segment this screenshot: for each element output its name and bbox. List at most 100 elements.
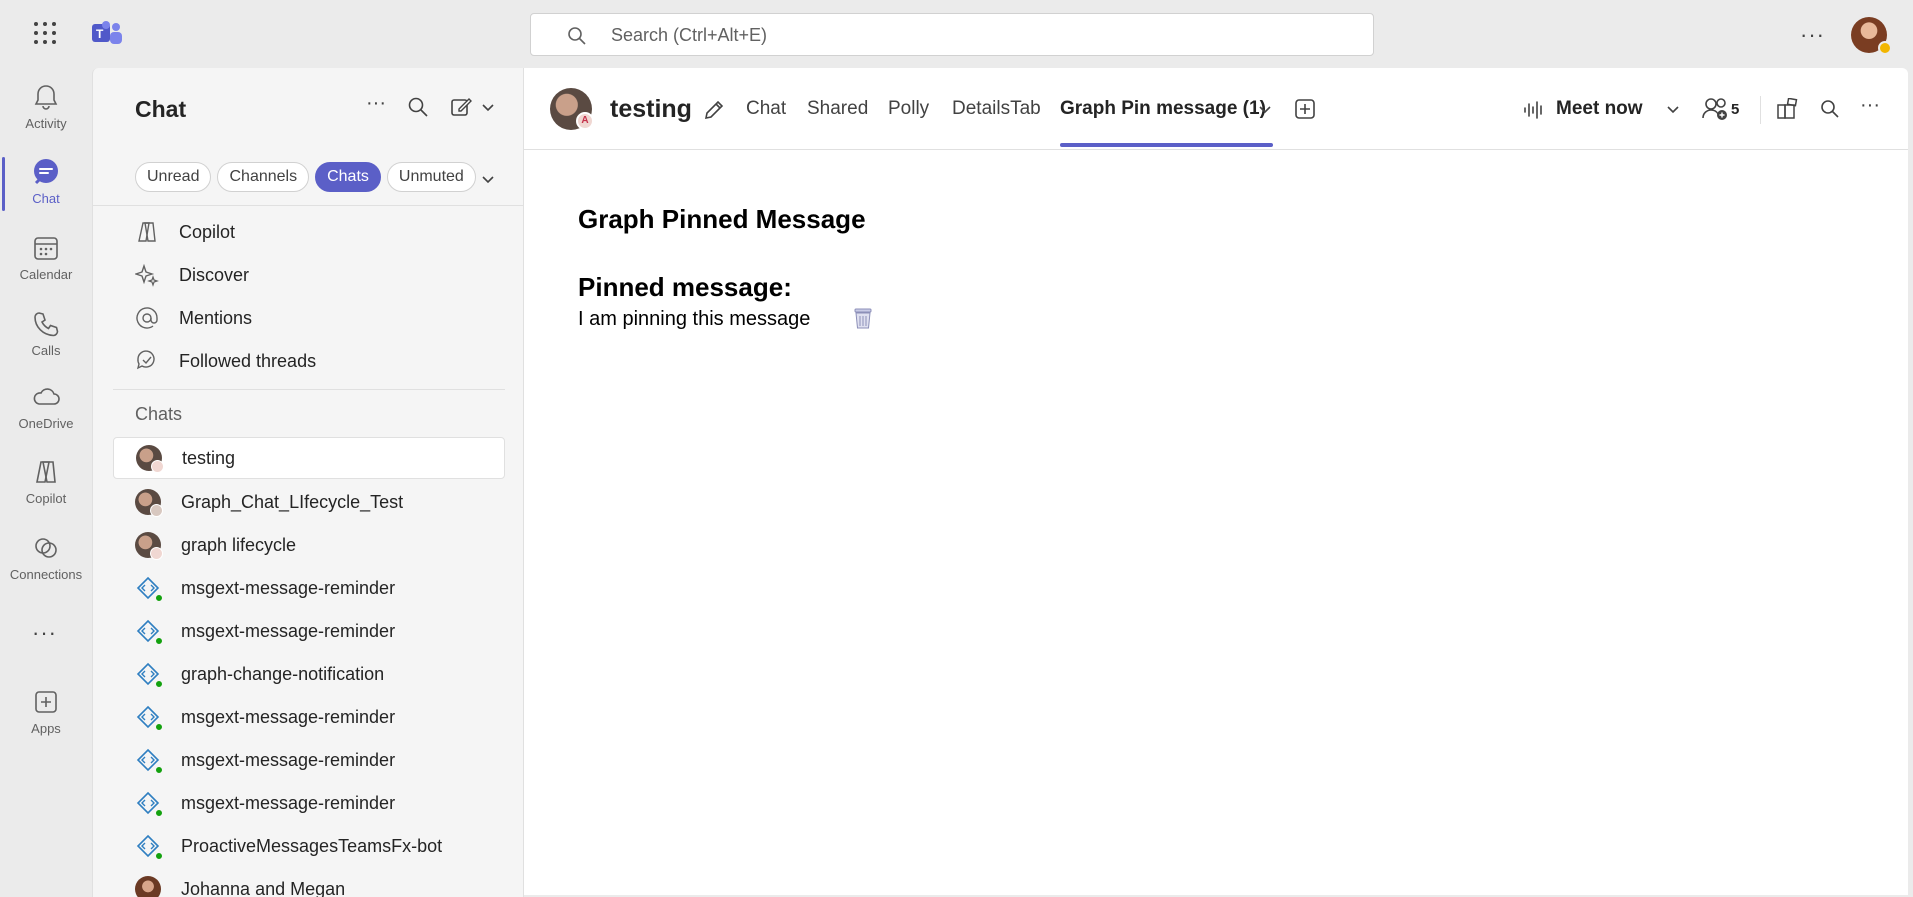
active-tab-indicator (1060, 143, 1273, 147)
people-icon[interactable] (1702, 96, 1730, 122)
chevron-down-icon[interactable] (481, 172, 495, 186)
nav-copilot[interactable]: Copilot (135, 214, 235, 250)
presence-online-icon (154, 851, 164, 861)
avatar-badge: A (576, 112, 594, 130)
chat-item-name: graph-change-notification (181, 663, 385, 684)
chat-item[interactable]: msgext-message-reminder (113, 610, 505, 652)
rail-activity[interactable]: Activity (0, 72, 92, 142)
meet-now-button[interactable]: Meet now (1556, 98, 1643, 120)
chat-item-name: ProactiveMessagesTeamsFx-bot (181, 835, 443, 856)
rail-label: Calendar (19, 267, 73, 282)
tab-shared[interactable]: Shared (807, 98, 868, 120)
filter-unread[interactable]: Unread (135, 162, 212, 192)
chat-item[interactable]: msgext-message-reminder (113, 739, 505, 781)
search-input[interactable] (611, 23, 1311, 47)
chat-item-name: msgext-message-reminder (181, 749, 396, 770)
chevron-down-icon[interactable] (1258, 102, 1272, 116)
chat-item[interactable]: Graph_Chat_LIfecycle_Test (113, 481, 505, 523)
chat-item[interactable]: testing (113, 437, 505, 479)
rail-calendar[interactable]: Calendar (0, 223, 92, 293)
new-chat-icon[interactable] (450, 96, 472, 118)
filter-unmuted[interactable]: Unmuted (386, 162, 476, 192)
nav-mentions[interactable]: Mentions (135, 300, 252, 336)
svg-text:T: T (96, 27, 104, 41)
bot-avatar (135, 661, 164, 689)
audio-wave-icon (1524, 101, 1542, 119)
filter-channels[interactable]: Channels (217, 162, 310, 192)
rail-label: Copilot (25, 491, 67, 506)
chat-item[interactable]: Johanna and Megan (113, 868, 505, 897)
chat-item-name: msgext-message-reminder (181, 792, 396, 813)
tab-graph-pin-message[interactable]: Graph Pin message (1) (1060, 98, 1266, 120)
search-icon[interactable] (1820, 99, 1840, 119)
presence-online-icon (154, 636, 164, 646)
phone-icon (34, 312, 59, 337)
filter-chats[interactable]: Chats (315, 162, 381, 192)
filter-pills: Unread Channels Chats Unmuted (135, 162, 476, 192)
presence-online-icon (154, 765, 164, 775)
chevron-down-icon[interactable] (481, 100, 495, 114)
search-icon[interactable] (407, 96, 429, 118)
section-label: Chats (135, 404, 183, 424)
group-avatar (135, 489, 163, 517)
rail-onedrive[interactable]: OneDrive (0, 372, 92, 442)
cloud-icon (33, 388, 60, 405)
chat-item[interactable]: graph-change-notification (113, 653, 505, 695)
add-tab-icon[interactable] (1294, 98, 1316, 120)
main-content: A testing Chat Shared Polly DetailsTab G… (524, 68, 1908, 895)
connections-icon (35, 538, 57, 558)
bot-avatar (135, 833, 164, 861)
nav-discover[interactable]: Discover (135, 257, 249, 293)
tab-polly[interactable]: Polly (888, 98, 929, 120)
add-app-icon (35, 691, 57, 713)
rail-connections[interactable]: Connections (0, 523, 92, 593)
chat-icon (34, 159, 58, 185)
presence-online-icon (154, 808, 164, 818)
edit-pencil-icon[interactable] (702, 98, 726, 122)
presence-online-icon (154, 679, 164, 689)
chat-item[interactable]: msgext-message-reminder (113, 567, 505, 609)
rail-chat[interactable]: Chat (0, 147, 92, 217)
rail-apps[interactable]: Apps (0, 677, 92, 747)
apps-icon[interactable] (1776, 98, 1798, 120)
followed-threads-icon (136, 350, 155, 370)
chevron-down-icon[interactable] (1666, 102, 1680, 116)
presence-online-icon (154, 593, 164, 603)
search-icon (568, 27, 586, 45)
panel-heading: Graph Pinned Message (578, 204, 866, 234)
chat-item-name: msgext-message-reminder (181, 706, 396, 727)
app-launcher-icon[interactable] (34, 22, 56, 44)
more-apps-icon[interactable]: ··· (32, 620, 57, 646)
chat-item[interactable]: graph lifecycle (113, 524, 505, 566)
bot-avatar (135, 704, 164, 732)
bot-avatar (135, 790, 164, 818)
chat-item-name: graph lifecycle (181, 534, 297, 555)
presence-away-icon (1878, 41, 1892, 55)
divider (93, 205, 523, 206)
pinned-message-label: Pinned message: (578, 272, 792, 302)
nav-followed-threads[interactable]: Followed threads (135, 343, 316, 379)
settings-more-icon[interactable]: ··· (1800, 22, 1825, 48)
teams-logo-icon: T (92, 21, 122, 44)
chat-header: A testing Chat Shared Polly DetailsTab G… (524, 68, 1908, 150)
tab-detailstab[interactable]: DetailsTab (952, 98, 1041, 120)
tab-chat[interactable]: Chat (746, 98, 786, 120)
search-bar[interactable] (530, 13, 1374, 56)
bot-avatar (135, 747, 164, 775)
chat-title[interactable]: testing (610, 95, 692, 124)
person-avatar (135, 876, 161, 897)
rail-label: Chat (32, 191, 60, 206)
rail-copilot[interactable]: Copilot (0, 447, 92, 517)
nav-label: Mentions (179, 307, 253, 328)
more-options-icon[interactable]: ··· (366, 92, 386, 115)
more-options-icon[interactable]: ··· (1860, 94, 1880, 117)
chat-item[interactable]: ProactiveMessagesTeamsFx-bot (113, 825, 505, 867)
rail-label: Apps (31, 721, 61, 736)
rail-calls[interactable]: Calls (0, 299, 92, 369)
chat-item[interactable]: msgext-message-reminder (113, 782, 505, 824)
group-avatar (136, 445, 164, 473)
chat-item[interactable]: msgext-message-reminder (113, 696, 505, 738)
chat-item-name: Johanna and Megan (181, 878, 346, 897)
trash-icon[interactable] (852, 306, 874, 330)
nav-label: Followed threads (179, 350, 317, 371)
